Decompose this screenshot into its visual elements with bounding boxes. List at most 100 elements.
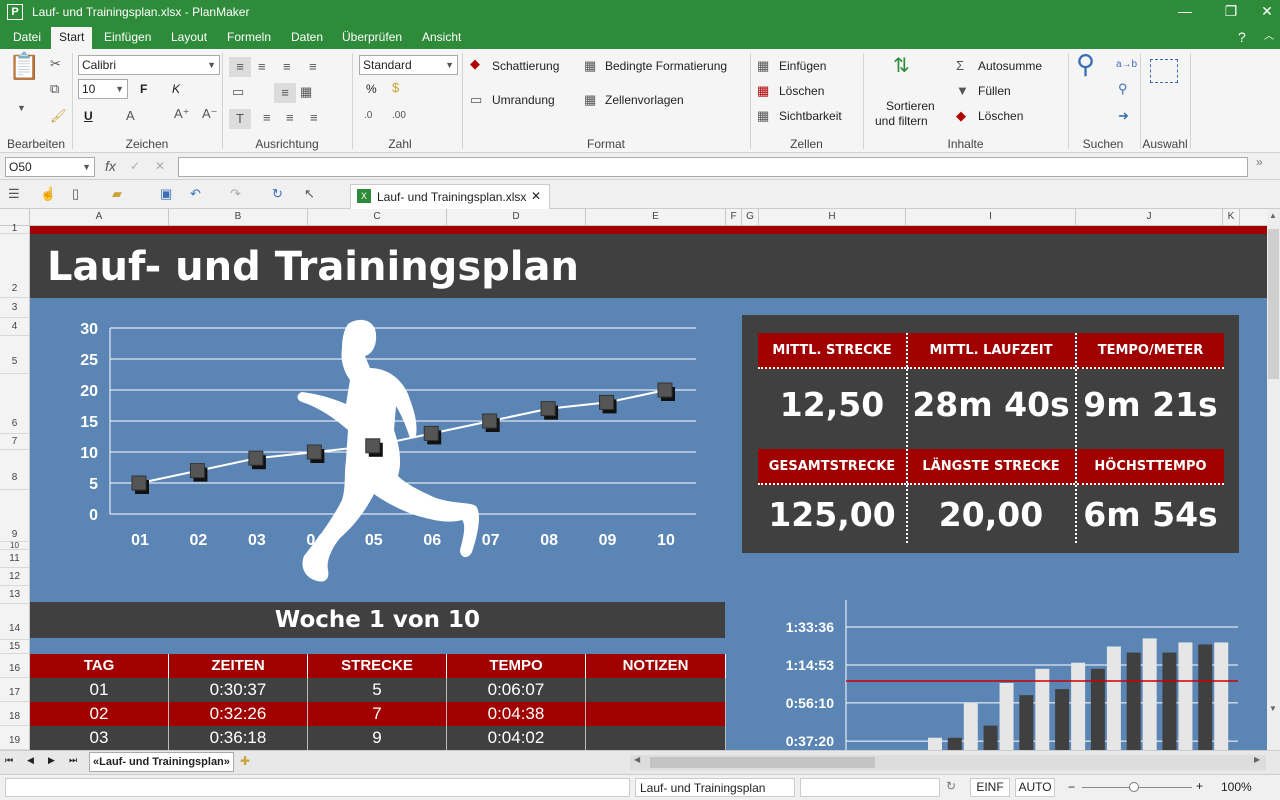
- zoom-in-icon[interactable]: +: [1196, 779, 1203, 793]
- tab-start[interactable]: Start: [51, 27, 93, 49]
- vertical-scrollbar[interactable]: ▲ ▼: [1267, 209, 1280, 750]
- row-header[interactable]: 19: [0, 726, 29, 750]
- row-header[interactable]: 13: [0, 586, 29, 604]
- data-point[interactable]: [540, 401, 556, 417]
- row-header[interactable]: 16: [0, 654, 29, 678]
- delete-cells-button[interactable]: Löschen: [779, 84, 824, 98]
- table-cell[interactable]: 0:06:07: [447, 678, 586, 702]
- table-header-day[interactable]: TAG: [30, 654, 169, 678]
- align-right-icon[interactable]: ≡: [286, 111, 294, 125]
- paste-icon[interactable]: 📋: [8, 53, 40, 95]
- format-painter-icon[interactable]: 🖌: [50, 109, 67, 123]
- horizontal-scrollbar[interactable]: ◀ ▶: [630, 755, 1266, 770]
- increase-decimal-icon[interactable]: .0: [364, 109, 372, 123]
- tab-ueberpruefen[interactable]: Überprüfen: [334, 27, 410, 49]
- copy-icon[interactable]: ⧉: [50, 82, 59, 96]
- row-header[interactable]: 8: [0, 450, 29, 490]
- column-header[interactable]: B: [169, 209, 308, 226]
- table-cell[interactable]: 0:04:02: [447, 726, 586, 750]
- align-center-icon[interactable]: ≡: [263, 111, 271, 125]
- table-cell[interactable]: [586, 726, 726, 750]
- column-header[interactable]: K: [1223, 209, 1240, 226]
- font-name-select[interactable]: Calibri ▼: [78, 55, 220, 75]
- goto-icon[interactable]: ➜: [1118, 109, 1129, 123]
- new-document-icon[interactable]: ▯: [72, 187, 79, 201]
- minimize-icon[interactable]: —: [1166, 0, 1204, 24]
- formula-input[interactable]: [178, 157, 1248, 177]
- row-header[interactable]: 3: [0, 298, 29, 318]
- bar[interactable]: [983, 725, 998, 750]
- tab-formeln[interactable]: Formeln: [219, 27, 279, 49]
- column-header[interactable]: G: [742, 209, 759, 226]
- insert-cells-icon[interactable]: ▦: [757, 59, 769, 73]
- decrease-decimal-icon[interactable]: .00: [392, 109, 406, 123]
- bar[interactable]: [1106, 646, 1121, 751]
- pointer-icon[interactable]: ↖: [304, 187, 315, 201]
- row-header[interactable]: 6: [0, 374, 29, 434]
- merge-cells-icon[interactable]: ▭: [232, 85, 244, 99]
- column-header[interactable]: E: [586, 209, 726, 226]
- row-header[interactable]: 14: [0, 604, 29, 640]
- autosum-icon[interactable]: Σ: [956, 59, 964, 73]
- underline-button[interactable]: U: [84, 109, 93, 123]
- align-bottom-icon[interactable]: ≡: [283, 60, 291, 74]
- last-sheet-icon[interactable]: ⏭: [69, 755, 77, 766]
- close-icon[interactable]: ✕: [1248, 0, 1280, 24]
- table-cell[interactable]: 0:36:18: [169, 726, 308, 750]
- scroll-right-icon[interactable]: ▶: [1254, 755, 1260, 764]
- table-header-distance[interactable]: STRECKE: [308, 654, 447, 678]
- bar[interactable]: [1055, 689, 1070, 750]
- menu-icon[interactable]: ☰: [8, 187, 20, 201]
- percent-button[interactable]: %: [366, 82, 377, 96]
- sort-filter-icon[interactable]: ⇅: [893, 56, 910, 76]
- table-cell[interactable]: [586, 702, 726, 726]
- data-point[interactable]: [657, 382, 673, 398]
- column-header[interactable]: J: [1076, 209, 1223, 226]
- find-next-icon[interactable]: ⚲: [1118, 82, 1128, 96]
- data-point[interactable]: [365, 438, 381, 454]
- scroll-left-icon[interactable]: ◀: [634, 755, 640, 764]
- table-cell[interactable]: 03: [30, 726, 169, 750]
- table-cell[interactable]: 0:32:26: [169, 702, 308, 726]
- tab-datei[interactable]: Datei: [5, 27, 49, 49]
- table-cell[interactable]: 0:04:38: [447, 702, 586, 726]
- add-sheet-icon[interactable]: ✚: [240, 754, 250, 768]
- sort-filter-button[interactable]: Sortieren: [886, 99, 935, 113]
- italic-button[interactable]: K: [172, 82, 180, 96]
- data-point[interactable]: [306, 444, 322, 460]
- first-sheet-icon[interactable]: ⏮: [5, 755, 13, 766]
- row-header[interactable]: 11: [0, 550, 29, 568]
- bar[interactable]: [928, 737, 942, 750]
- cancel-icon[interactable]: ✕: [155, 159, 165, 173]
- font-color-icon[interactable]: A: [126, 109, 135, 123]
- cell-styles-button[interactable]: Zellenvorlagen: [605, 93, 684, 107]
- border-button[interactable]: Umrandung: [492, 93, 555, 107]
- confirm-icon[interactable]: ✓: [130, 159, 140, 173]
- align-left-icon[interactable]: T: [229, 109, 251, 129]
- shading-icon[interactable]: ◆: [470, 57, 480, 71]
- bar[interactable]: [1019, 695, 1034, 750]
- clear-icon[interactable]: ◆: [956, 109, 966, 123]
- row-header[interactable]: 2: [0, 234, 29, 298]
- prev-sheet-icon[interactable]: ◀: [27, 755, 34, 766]
- data-point[interactable]: [423, 425, 439, 441]
- cut-icon[interactable]: ✂: [50, 57, 61, 71]
- row-header[interactable]: 10: [0, 542, 29, 550]
- touch-mode-icon[interactable]: ☝: [40, 187, 56, 201]
- tab-ansicht[interactable]: Ansicht: [414, 27, 469, 49]
- data-point[interactable]: [482, 413, 498, 429]
- scroll-up-icon[interactable]: ▲: [1269, 211, 1277, 220]
- clear-button[interactable]: Löschen: [978, 109, 1023, 123]
- ribbon-collapse-icon[interactable]: ︿: [1256, 27, 1280, 49]
- restore-icon[interactable]: ❐: [1212, 0, 1250, 24]
- data-point[interactable]: [599, 394, 615, 410]
- row-header[interactable]: 17: [0, 678, 29, 702]
- function-icon[interactable]: fx: [105, 158, 116, 174]
- bar[interactable]: [963, 703, 978, 750]
- justify-icon[interactable]: ≡: [310, 111, 318, 125]
- table-cell[interactable]: [586, 678, 726, 702]
- redo-icon[interactable]: ↷: [230, 187, 241, 201]
- indent-icon[interactable]: ≡: [309, 60, 317, 74]
- repeat-icon[interactable]: ↻: [272, 187, 283, 201]
- table-cell[interactable]: 0:30:37: [169, 678, 308, 702]
